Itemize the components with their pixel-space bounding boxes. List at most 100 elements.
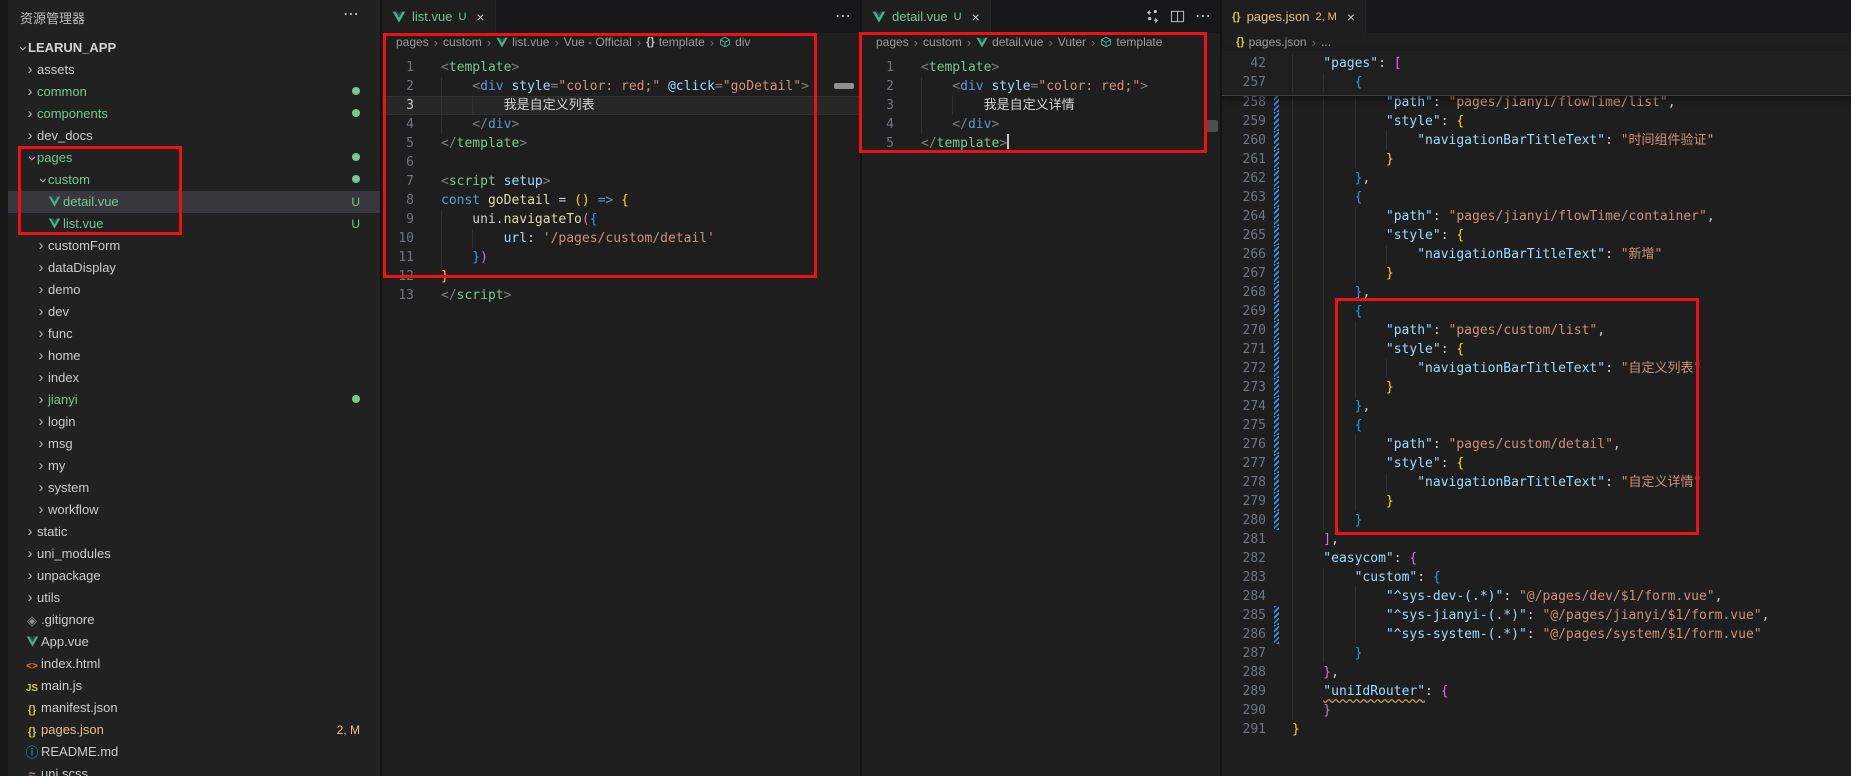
code-line-2[interactable]: 2<div style="color: red;"> (862, 77, 1220, 96)
chevron-right-icon[interactable]: › (34, 235, 48, 257)
tree-item-detail.vue[interactable]: detail.vueU (8, 191, 380, 213)
code-line-11[interactable]: 11}) (382, 248, 860, 267)
chevron-right-icon[interactable]: › (23, 565, 37, 587)
tree-item-jianyi[interactable]: ›jianyi (8, 389, 380, 411)
chevron-right-icon[interactable]: › (34, 279, 48, 301)
code-line-286[interactable]: 286"^sys-system-(.*)": "@/pages/system/$… (1222, 625, 1851, 644)
code-line-282[interactable]: 282"easycom": { (1222, 549, 1851, 568)
open-changes-icon[interactable] (1145, 9, 1160, 24)
code-line-281[interactable]: 281], (1222, 530, 1851, 549)
tree-item-devdocs[interactable]: ›dev_docs (8, 125, 380, 147)
code-line-277[interactable]: 277"style": { (1222, 454, 1851, 473)
breadcrumb-item[interactable]: {}template (646, 35, 705, 49)
breadcrumb-item[interactable]: pages (396, 35, 429, 49)
code-line-274[interactable]: 274}, (1222, 397, 1851, 416)
chevron-right-icon[interactable]: › (34, 323, 48, 345)
code-line-12[interactable]: 12} (382, 267, 860, 286)
tree-item-unimodules[interactable]: ›uni_modules (8, 543, 380, 565)
chevron-down-icon[interactable]: › (12, 41, 34, 55)
code-line-3[interactable]: 3我是自定义详情 (862, 96, 1220, 115)
tree-item-msg[interactable]: ›msg (8, 433, 380, 455)
more-actions-icon[interactable]: ⋯ (835, 9, 852, 25)
chevron-right-icon[interactable]: › (34, 367, 48, 389)
sticky-scroll-header[interactable]: 42"pages": [257{ (1222, 51, 1851, 96)
code-line-263[interactable]: 263{ (1222, 188, 1851, 207)
chevron-right-icon[interactable]: › (34, 477, 48, 499)
chevron-right-icon[interactable]: › (34, 433, 48, 455)
code-line-269[interactable]: 269{ (1222, 302, 1851, 321)
breadcrumb-item[interactable]: div (719, 35, 750, 49)
chevron-right-icon[interactable]: › (23, 543, 37, 565)
code-line-6[interactable]: 6 (382, 153, 860, 172)
chevron-right-icon[interactable]: › (23, 81, 37, 103)
breadcrumb-item[interactable]: template (1100, 35, 1162, 49)
breadcrumb-item[interactable]: list.vue (496, 35, 549, 49)
code-line-287[interactable]: 287} (1222, 644, 1851, 663)
code-line-280[interactable]: 280} (1222, 511, 1851, 530)
tab-list-vue[interactable]: list.vueU× (382, 0, 496, 33)
code-line-4[interactable]: 4</div> (382, 115, 860, 134)
code-line-7[interactable]: 7<script setup> (382, 172, 860, 191)
code-line-4[interactable]: 4</div> (862, 115, 1220, 134)
chevron-right-icon[interactable]: › (34, 345, 48, 367)
tree-root-learun-app[interactable]: ›LEARUN_APP (8, 37, 380, 59)
close-icon[interactable]: × (972, 9, 980, 25)
code-line-268[interactable]: 268}, (1222, 283, 1851, 302)
code-line-266[interactable]: 266"navigationBarTitleText": "新增" (1222, 245, 1851, 264)
tree-item-pages.json[interactable]: {}pages.json2, M (8, 719, 380, 741)
breadcrumb-item[interactable]: ... (1321, 35, 1331, 49)
code-line-267[interactable]: 267} (1222, 264, 1851, 283)
tree-item-index[interactable]: ›index (8, 367, 380, 389)
chevron-down-icon[interactable]: › (21, 151, 43, 165)
code-line-1[interactable]: 1<template> (862, 58, 1220, 77)
code-line-42[interactable]: 42"pages": [ (1222, 54, 1851, 73)
tree-item-workflow[interactable]: ›workflow (8, 499, 380, 521)
chevron-right-icon[interactable]: › (34, 411, 48, 433)
tree-item-dev[interactable]: ›dev (8, 301, 380, 323)
tree-item-assets[interactable]: ›assets (8, 59, 380, 81)
tree-item-static[interactable]: ›static (8, 521, 380, 543)
tree-item-pages[interactable]: ›pages (8, 147, 380, 169)
chevron-right-icon[interactable]: › (34, 389, 48, 411)
code-line-8[interactable]: 8const goDetail = () => { (382, 191, 860, 210)
code-line-270[interactable]: 270"path": "pages/custom/list", (1222, 321, 1851, 340)
breadcrumb-item[interactable]: Vuter (1058, 35, 1086, 49)
code-line-290[interactable]: 290} (1222, 701, 1851, 720)
code-line-279[interactable]: 279} (1222, 492, 1851, 511)
split-editor-icon[interactable] (1170, 9, 1185, 24)
more-actions-icon[interactable]: ⋯ (1195, 9, 1212, 25)
tree-item-dataDisplay[interactable]: ›dataDisplay (8, 257, 380, 279)
tree-item-main.js[interactable]: JSmain.js (8, 675, 380, 697)
code-line-257[interactable]: 257{ (1222, 73, 1851, 92)
chevron-right-icon[interactable]: › (34, 301, 48, 323)
code-line-272[interactable]: 272"navigationBarTitleText": "自定义列表" (1222, 359, 1851, 378)
chevron-right-icon[interactable]: › (34, 257, 48, 279)
code-line-260[interactable]: 260"navigationBarTitleText": "时间组件验证" (1222, 131, 1851, 150)
chevron-right-icon[interactable]: › (23, 103, 37, 125)
tree-item-README.md[interactable]: ⓘREADME.md (8, 741, 380, 763)
code-line-285[interactable]: 285"^sys-jianyi-(.*)": "@/pages/jianyi/$… (1222, 606, 1851, 625)
tree-item-demo[interactable]: ›demo (8, 279, 380, 301)
tree-item-uni.scss[interactable]: ≈uni.scss (8, 763, 380, 776)
tree-item-utils[interactable]: ›utils (8, 587, 380, 609)
tree-item-my[interactable]: ›my (8, 455, 380, 477)
chevron-down-icon[interactable]: › (32, 173, 54, 187)
tree-item-manifest.json[interactable]: {}manifest.json (8, 697, 380, 719)
code-line-291[interactable]: 291} (1222, 720, 1851, 739)
tree-item-.gitignore[interactable]: ◈.gitignore (8, 609, 380, 631)
breadcrumb-item[interactable]: pages (876, 35, 909, 49)
explorer-more-actions-icon[interactable]: ⋯ (343, 4, 360, 24)
code-line-9[interactable]: 9uni.navigateTo({ (382, 210, 860, 229)
code-line-265[interactable]: 265"style": { (1222, 226, 1851, 245)
code-line-273[interactable]: 273} (1222, 378, 1851, 397)
chevron-right-icon[interactable]: › (23, 125, 37, 147)
code-line-278[interactable]: 278"navigationBarTitleText": "自定义详情" (1222, 473, 1851, 492)
close-icon[interactable]: × (476, 9, 484, 25)
code-line-261[interactable]: 261} (1222, 150, 1851, 169)
close-icon[interactable]: × (1347, 9, 1355, 25)
chevron-right-icon[interactable]: › (34, 455, 48, 477)
breadcrumb-item[interactable]: Vue - Official (564, 35, 632, 49)
tree-item-func[interactable]: ›func (8, 323, 380, 345)
code-line-264[interactable]: 264"path": "pages/jianyi/flowTime/contai… (1222, 207, 1851, 226)
tree-item-home[interactable]: ›home (8, 345, 380, 367)
